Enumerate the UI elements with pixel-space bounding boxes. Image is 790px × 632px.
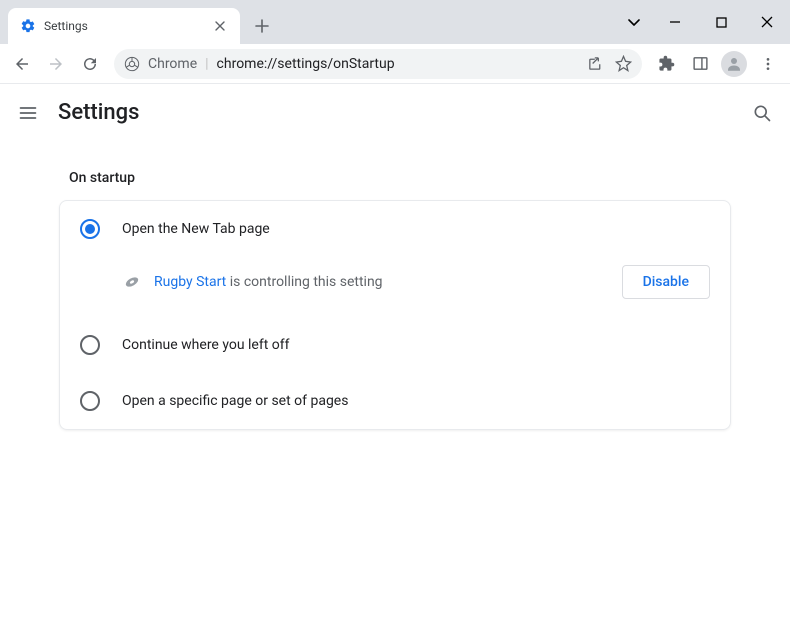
hamburger-menu-button[interactable] [16, 101, 40, 125]
minimize-button[interactable] [652, 6, 698, 38]
settings-header: Settings [0, 84, 790, 142]
option-continue[interactable]: Continue where you left off [60, 317, 730, 373]
option-label: Continue where you left off [122, 337, 290, 353]
browser-toolbar: Chrome | chrome://settings/onStartup [0, 44, 790, 84]
option-new-tab-page[interactable]: Open the New Tab page [60, 201, 730, 257]
share-icon[interactable] [586, 55, 604, 73]
extension-control-notice: Rugby Start is controlling this setting … [60, 257, 730, 317]
extension-icon [122, 272, 142, 292]
maximize-button[interactable] [698, 6, 744, 38]
omnibox-url: chrome://settings/onStartup [217, 56, 395, 72]
forward-button [40, 48, 72, 80]
omnibox-prefix: Chrome [148, 56, 197, 72]
omnibox-divider: | [205, 56, 208, 72]
page-content: Settings On startup Open the New Tab pag… [0, 84, 790, 632]
option-label: Open the New Tab page [122, 221, 270, 237]
option-specific-pages[interactable]: Open a specific page or set of pages [60, 373, 730, 429]
option-label: Open a specific page or set of pages [122, 393, 348, 409]
new-tab-button[interactable] [248, 12, 276, 40]
disable-button[interactable]: Disable [622, 265, 710, 299]
startup-options-card: Open the New Tab page Rugby Start is con… [59, 200, 731, 430]
radio-unselected-icon [80, 391, 100, 411]
control-suffix: is controlling this setting [226, 274, 382, 290]
chrome-logo-icon [124, 56, 140, 72]
back-button[interactable] [6, 48, 38, 80]
kebab-menu-button[interactable] [752, 48, 784, 80]
extensions-button[interactable] [650, 48, 682, 80]
chevron-down-icon[interactable] [616, 6, 652, 38]
control-text: Rugby Start is controlling this setting [154, 274, 610, 290]
bookmark-star-icon[interactable] [614, 55, 632, 73]
tab-title: Settings [44, 19, 204, 33]
close-icon[interactable] [212, 18, 228, 34]
address-bar[interactable]: Chrome | chrome://settings/onStartup [114, 49, 642, 79]
browser-tab[interactable]: Settings [8, 8, 240, 44]
page-title: Settings [58, 100, 139, 125]
radio-selected-icon [80, 219, 100, 239]
reload-button[interactable] [74, 48, 106, 80]
section-title: On startup [69, 170, 731, 186]
window-controls [616, 0, 790, 44]
search-button[interactable] [750, 101, 774, 125]
radio-unselected-icon [80, 335, 100, 355]
gear-icon [20, 18, 36, 34]
extension-link[interactable]: Rugby Start [154, 274, 226, 290]
person-icon [721, 51, 747, 77]
side-panel-button[interactable] [684, 48, 716, 80]
close-window-button[interactable] [744, 6, 790, 38]
profile-avatar[interactable] [718, 48, 750, 80]
window-titlebar: Settings [0, 0, 790, 44]
